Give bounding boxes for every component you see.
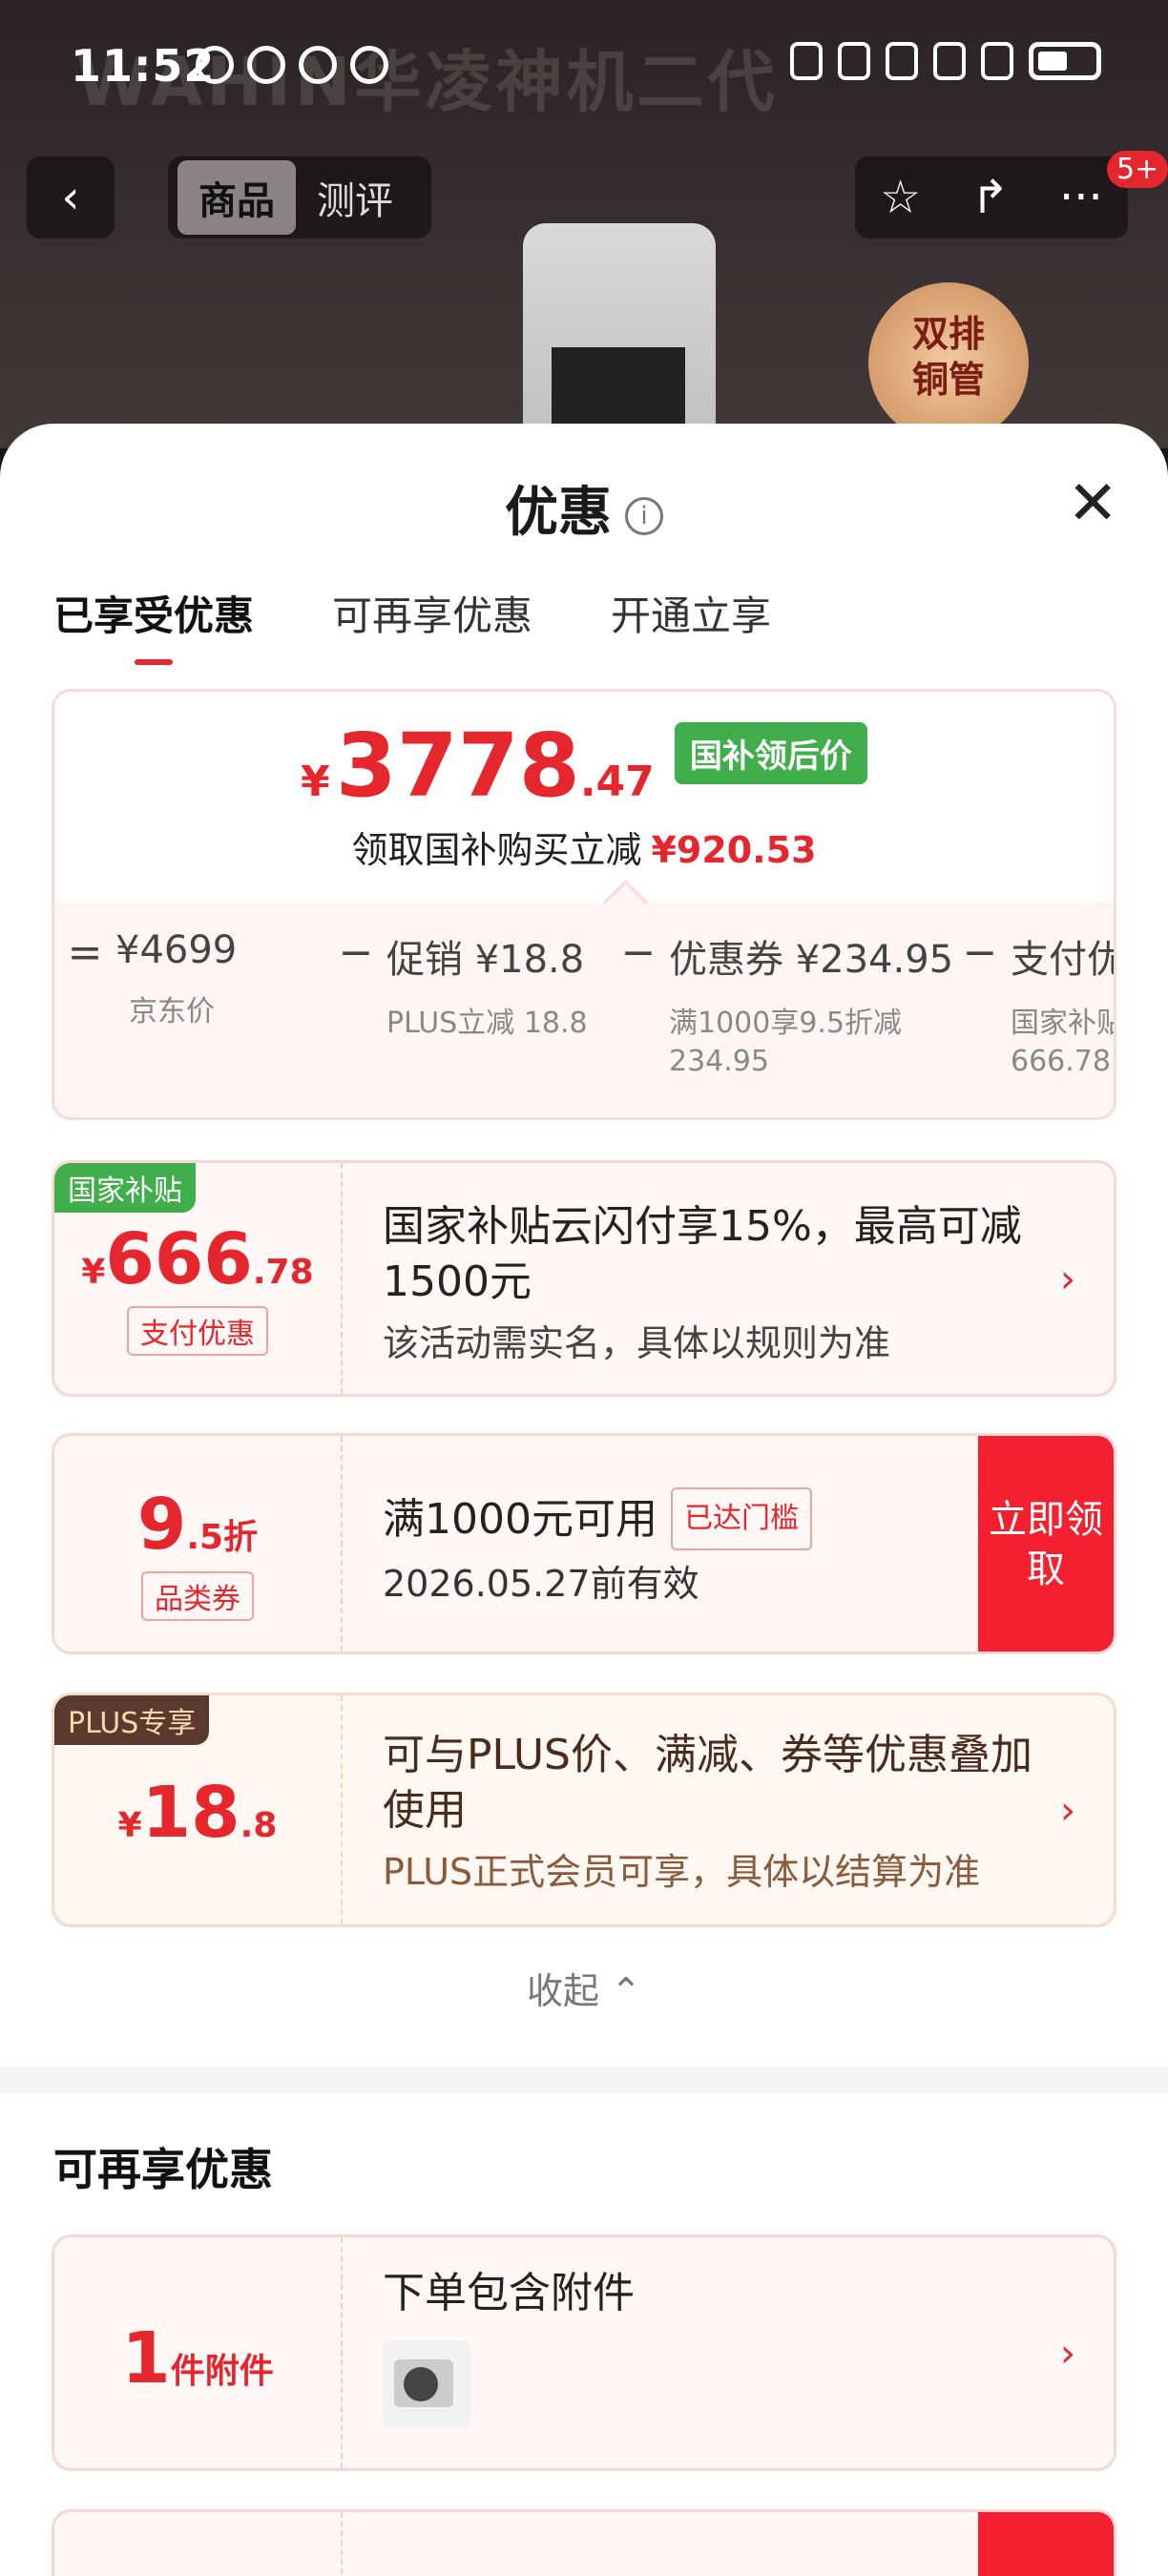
accessory-title: 下单包含附件 xyxy=(383,2269,635,2317)
section-title: 可再享优惠 xyxy=(53,2144,273,2195)
claim-button-partial[interactable] xyxy=(978,2512,1114,2576)
subsidy-tag: 国家补贴 xyxy=(54,1163,196,1213)
plus-tag: PLUS专享 xyxy=(54,1695,210,1745)
notification-icon xyxy=(196,46,234,84)
section-divider xyxy=(0,2067,1168,2093)
product-tabs: 商品 测评 xyxy=(168,156,431,239)
coupon-type-label: 品类券 xyxy=(141,1571,254,1621)
chevron-right-icon: › xyxy=(1060,1789,1075,1833)
claim-button[interactable]: 立即领取 xyxy=(978,1436,1114,1652)
accessory-card[interactable]: 1 件附件 下单包含附件 › xyxy=(52,2234,1116,2471)
category-coupon: 9.5折 品类券 满1000元可用 已达门槛 2026.05.27前有效 立即领取 xyxy=(52,1433,1116,1654)
price-formula: = ¥4699 京东价 − 促销 ¥18.8 PLUS立减 18.8 − 优惠券 ¥… xyxy=(67,928,1116,1078)
coupon-desc: 该活动需实名，具体以规则为准 xyxy=(383,1322,891,1364)
chevron-right-icon: › xyxy=(1060,2332,1075,2376)
coupon-expiry: 2026.05.27前有效 xyxy=(383,1563,699,1605)
share-icon[interactable]: ↱ xyxy=(971,171,1010,224)
plus-coupon[interactable]: ¥18.8 PLUS专享 可与PLUS价、满减、券等优惠叠加使用 PLUS正式会… xyxy=(52,1693,1116,1927)
product-badge: 双排 铜管 xyxy=(868,282,1029,443)
subsidy-amount: ¥666.78 xyxy=(81,1218,314,1300)
status-bar: 11:52 xyxy=(0,0,1168,134)
eye-icon xyxy=(247,46,285,84)
final-price: ¥ 3778 .47 xyxy=(301,715,655,817)
chevron-up-icon: ⌃ xyxy=(611,1970,641,2012)
info-icon[interactable]: i xyxy=(625,496,663,535)
plus-amount: ¥18.8 xyxy=(117,1772,278,1854)
wechat-icon xyxy=(350,46,388,84)
wifi-icon xyxy=(933,42,966,80)
tab-review[interactable]: 测评 xyxy=(296,160,414,235)
status-time: 11:52 xyxy=(71,40,216,92)
bluetooth-icon xyxy=(838,42,870,80)
sheet-title: 优惠 i xyxy=(0,469,1168,547)
vibrate-icon xyxy=(886,42,918,80)
subsidy-coupon[interactable]: ¥666.78 支付优惠 国家补贴 国家补贴云闪付享15%，最高可减1500元 … xyxy=(52,1160,1116,1397)
notification-icons xyxy=(196,46,388,84)
close-icon[interactable]: ✕ xyxy=(1067,473,1118,534)
collapse-button[interactable]: 收起 ⌃ xyxy=(0,1962,1168,2014)
coupon-title: 满1000元可用 已达门槛 xyxy=(383,1487,961,1550)
chevron-left-icon: ‹ xyxy=(61,171,80,224)
tab-activate[interactable]: 开通立享 xyxy=(611,584,771,642)
signal-icon xyxy=(981,42,1013,80)
coupon-title: 国家补贴云闪付享15%，最高可减1500元 xyxy=(383,1202,1022,1306)
discount-rate: 9.5折 xyxy=(136,1484,259,1566)
back-button[interactable]: ‹ xyxy=(27,156,115,239)
coupon-type-label: 支付优惠 xyxy=(127,1306,268,1356)
more-badge: 5+ xyxy=(1107,151,1168,188)
discount-sheet: 优惠 i ✕ 已享受优惠 可再享优惠 开通立享 ¥ 3778 .47 国补领后价 … xyxy=(0,424,1168,2576)
accessory-count: 1 件附件 xyxy=(121,2317,274,2399)
savings-line: 领取国补购买立减 ¥920.53 xyxy=(351,829,817,871)
price-summary-card: ¥ 3778 .47 国补领后价 领取国补购买立减 ¥920.53 = ¥4699… xyxy=(52,689,1116,1120)
next-coupon-card xyxy=(52,2509,1116,2576)
coupon-title: 可与PLUS价、满减、券等优惠叠加使用 xyxy=(383,1731,1032,1835)
nav-actions: ☆ ↱ ··· xyxy=(855,156,1128,239)
system-icons xyxy=(790,42,1101,80)
chevron-right-icon: › xyxy=(1060,1257,1075,1301)
tab-more-available[interactable]: 可再享优惠 xyxy=(332,584,532,642)
discount-tabs: 已享受优惠 可再享优惠 开通立享 xyxy=(53,584,771,665)
alarm-icon xyxy=(790,42,823,80)
product-image xyxy=(523,223,716,448)
accessory-thumbnail xyxy=(383,2340,470,2428)
tab-product[interactable]: 商品 xyxy=(177,160,296,235)
battery-icon xyxy=(1029,42,1101,80)
price-tag: 国补领后价 xyxy=(674,722,867,784)
nfc-icon xyxy=(299,46,337,84)
star-icon[interactable]: ☆ xyxy=(880,171,921,224)
threshold-badge: 已达门槛 xyxy=(670,1487,812,1550)
tab-enjoyed[interactable]: 已享受优惠 xyxy=(53,584,254,665)
coupon-desc: PLUS正式会员可享，具体以结算为准 xyxy=(383,1851,981,1893)
more-icon[interactable]: ··· xyxy=(1059,171,1103,224)
